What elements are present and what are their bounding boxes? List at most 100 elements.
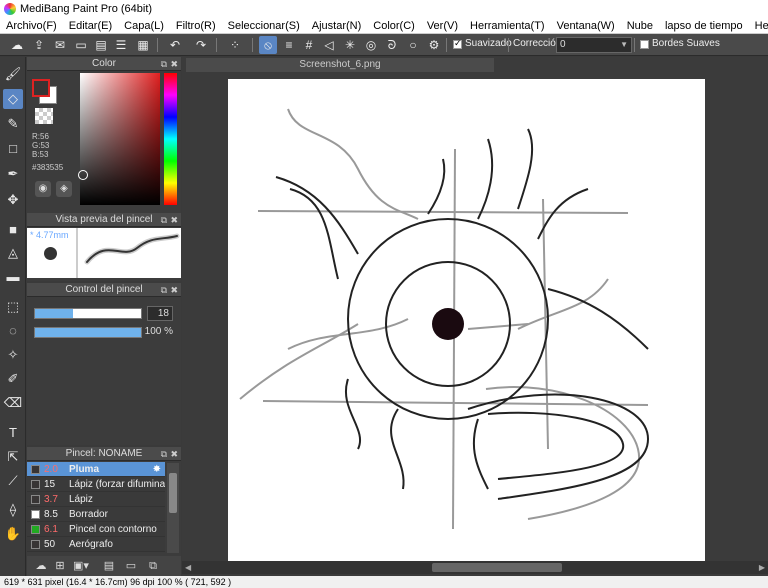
- drawing-canvas[interactable]: [228, 79, 705, 562]
- saturation-value-picker[interactable]: [80, 73, 160, 205]
- menu-capa[interactable]: Capa(L): [118, 18, 170, 33]
- cloud-brush-icon[interactable]: ☁: [33, 558, 49, 574]
- brush-panel: Pincel: NONAME ⧉ ✖ 2.0 Pluma ✸ 15 Lápiz (for…: [27, 447, 181, 577]
- color-picker-cursor[interactable]: [78, 170, 88, 180]
- brush-opacity-slider[interactable]: [34, 327, 142, 338]
- divide-panel-icon[interactable]: ⟋: [3, 471, 23, 491]
- fill-rect-icon[interactable]: ■: [3, 220, 23, 240]
- brush-list-item[interactable]: 3.7 Lápiz: [27, 492, 165, 507]
- text-tool-icon[interactable]: T: [3, 423, 23, 443]
- eraser-tool-icon[interactable]: ◇: [3, 89, 23, 109]
- soft-edges-checkbox[interactable]: [640, 40, 649, 49]
- tool-options-bar: ☁ ⇪ ✉ ▭ ▤ ☰ ▦ ↶ ↷ ⁘ ⦸ ≡ # ◁ ✳ ◎ ᘐ ○ ⚙ Su…: [0, 34, 768, 56]
- no-snap-icon[interactable]: ⦸: [259, 36, 277, 54]
- brush-name: Aerógrafo: [69, 539, 113, 550]
- undock-icon[interactable]: ⧉: [161, 213, 167, 227]
- settings-gear-icon[interactable]: ⚙: [425, 36, 443, 54]
- menu-ajustar[interactable]: Ajustar(N): [306, 18, 368, 33]
- correction-select[interactable]: 0 ▼: [556, 37, 632, 53]
- add-brush-icon[interactable]: ⊞: [52, 558, 68, 574]
- menu-ventana[interactable]: Ventana(W): [551, 18, 621, 33]
- move-tool-icon[interactable]: ✥: [3, 190, 23, 210]
- share-icon[interactable]: ⇪: [30, 36, 48, 54]
- hue-slider[interactable]: [164, 73, 177, 205]
- eyedropper-icon[interactable]: ⟠: [3, 500, 23, 520]
- close-icon[interactable]: ✖: [170, 57, 178, 71]
- document-icon[interactable]: ▤: [92, 36, 110, 54]
- select-pen-icon[interactable]: ✐: [3, 369, 23, 389]
- brush-list-scrollbar[interactable]: [167, 463, 179, 553]
- menu-color[interactable]: Color(C): [367, 18, 421, 33]
- antialias-checkbox[interactable]: [453, 38, 462, 49]
- blur-eraser-icon[interactable]: ✎: [3, 114, 23, 134]
- chat-icon[interactable]: ▭: [72, 36, 90, 54]
- menu-ver[interactable]: Ver(V): [421, 18, 464, 33]
- scrollbar-thumb[interactable]: [169, 473, 177, 513]
- menu-bar: Archivo(F) Editar(E) Capa(L) Filtro(R) S…: [0, 18, 768, 34]
- pen-select-icon[interactable]: ✒: [3, 164, 23, 184]
- canvas-horizontal-scrollbar[interactable]: ◀ ▶: [182, 561, 768, 574]
- brush-menu-icon[interactable]: ▣▾: [73, 558, 89, 574]
- brush-copy-icon[interactable]: ▤: [101, 558, 117, 574]
- brush-color-swatch: [31, 465, 40, 474]
- brush-list-item[interactable]: 8.5 Borrador: [27, 507, 165, 522]
- brush-size-value[interactable]: 18: [147, 306, 173, 321]
- grid-icon[interactable]: ▦: [134, 36, 152, 54]
- folder-icon[interactable]: ▭: [123, 558, 139, 574]
- scroll-right-icon[interactable]: ▶: [759, 561, 765, 574]
- undock-icon[interactable]: ⧉: [161, 57, 167, 71]
- concentric-snap-icon[interactable]: ◎: [362, 36, 380, 54]
- brush-panel-title: Pincel: NONAME: [65, 448, 143, 459]
- bucket-icon[interactable]: ◬: [3, 243, 23, 263]
- menu-nube[interactable]: Nube: [621, 18, 659, 33]
- circle-snap-icon[interactable]: ○: [404, 36, 422, 54]
- grid-snap-icon[interactable]: #: [300, 36, 318, 54]
- undock-icon[interactable]: ⧉: [161, 447, 167, 461]
- color-set-icon[interactable]: ◈: [56, 181, 72, 197]
- brush-size-slider[interactable]: [34, 308, 142, 319]
- menu-lapso[interactable]: lapso de tiempo: [659, 18, 749, 33]
- cloud-icon[interactable]: ☁: [8, 36, 26, 54]
- parallel-snap-icon[interactable]: ≡: [280, 36, 298, 54]
- radial-snap-icon[interactable]: ✳: [341, 36, 359, 54]
- comment-icon[interactable]: ✉: [51, 36, 69, 54]
- palette-icon[interactable]: ◉: [35, 181, 51, 197]
- curve-snap-icon[interactable]: ᘐ: [383, 36, 401, 54]
- document-tab[interactable]: Screenshot_6.png: [186, 58, 494, 72]
- duplicate-icon[interactable]: ⧉: [145, 558, 161, 574]
- brush-list-item[interactable]: 15 Lápiz (forzar difuminado): [27, 477, 165, 492]
- scroll-left-icon[interactable]: ◀: [185, 561, 191, 574]
- menu-editar[interactable]: Editar(E): [63, 18, 118, 33]
- brush-list-item[interactable]: 2.0 Pluma ✸: [27, 462, 165, 477]
- redo-icon[interactable]: ↷: [192, 36, 210, 54]
- close-icon[interactable]: ✖: [170, 447, 178, 461]
- transparent-color-swatch[interactable]: [35, 108, 53, 124]
- dot-tool-icon[interactable]: □: [3, 139, 23, 159]
- menu-seleccionar[interactable]: Seleccionar(S): [222, 18, 306, 33]
- vanishing-snap-icon[interactable]: ◁: [320, 36, 338, 54]
- hand-icon[interactable]: ✋: [3, 524, 23, 544]
- menu-filtro[interactable]: Filtro(R): [170, 18, 222, 33]
- close-icon[interactable]: ✖: [170, 283, 178, 297]
- scrollbar-thumb[interactable]: [432, 563, 562, 572]
- brush-settings-icon[interactable]: ✸: [153, 462, 161, 476]
- selection-dots-icon[interactable]: ⁘: [226, 36, 244, 54]
- brush-size: 50: [44, 539, 56, 550]
- undock-icon[interactable]: ⧉: [161, 283, 167, 297]
- menu-herramienta[interactable]: Herramienta(T): [464, 18, 551, 33]
- rect-select-icon[interactable]: ⬚: [3, 297, 23, 317]
- brush-tool-icon[interactable]: 🖌: [3, 64, 23, 84]
- undo-icon[interactable]: ↶: [166, 36, 184, 54]
- brush-list-item[interactable]: 50 Aerógrafo: [27, 537, 165, 552]
- close-icon[interactable]: ✖: [170, 213, 178, 227]
- magic-wand-icon[interactable]: ✧: [3, 345, 23, 365]
- operation-icon[interactable]: ⇱: [3, 447, 23, 467]
- list-icon[interactable]: ☰: [112, 36, 130, 54]
- select-eraser-icon[interactable]: ⌫: [3, 393, 23, 413]
- gradient-icon[interactable]: ▬: [3, 267, 23, 287]
- menu-archivo[interactable]: Archivo(F): [0, 18, 63, 33]
- menu-help[interactable]: Help: [749, 18, 768, 33]
- brush-list-item[interactable]: 6.1 Pincel con contorno: [27, 522, 165, 537]
- foreground-color-swatch[interactable]: [32, 79, 50, 97]
- lasso-icon[interactable]: ◌: [3, 321, 23, 341]
